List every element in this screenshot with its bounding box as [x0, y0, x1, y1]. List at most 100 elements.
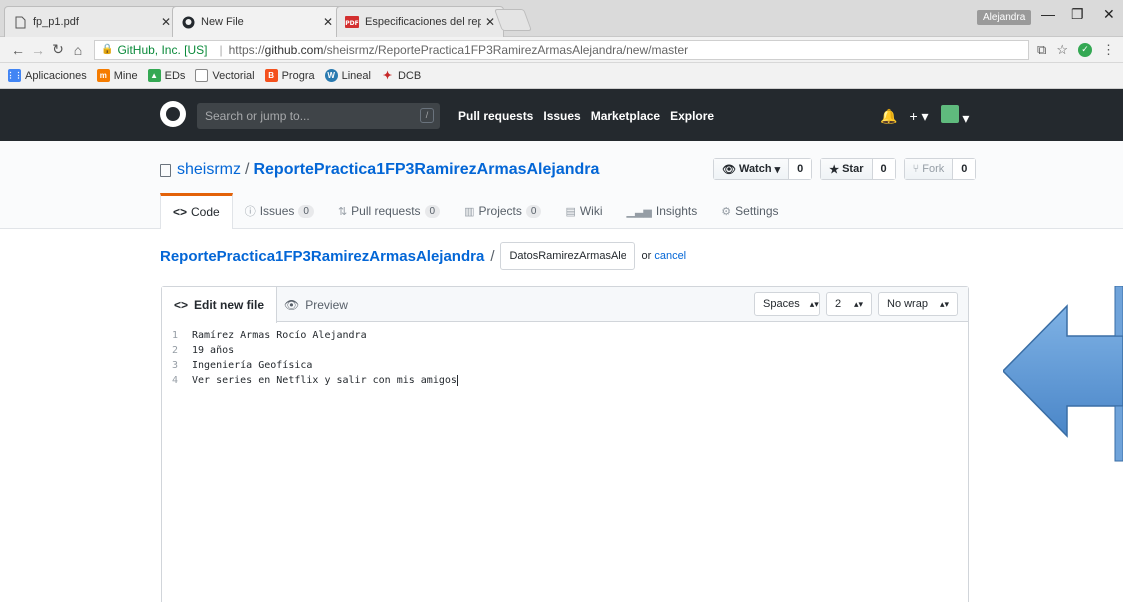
close-icon[interactable]: ✕	[485, 15, 495, 29]
forward-icon[interactable]: →	[28, 42, 48, 58]
editor-options: Spaces ▴▾ 2 ▴▾ No wrap ▴▾	[754, 292, 958, 316]
bookmark-vectorial[interactable]: Vectorial	[195, 69, 255, 82]
tab-label: Insights	[655, 204, 698, 218]
issue-icon: ⓘ	[244, 206, 256, 218]
tab-label: Settings	[735, 204, 779, 218]
tab-label: Preview	[305, 297, 348, 312]
indent-size-select[interactable]: 2 ▴▾	[826, 292, 872, 316]
code-icon: <>	[173, 204, 188, 219]
tab-label: Code	[191, 204, 220, 219]
line-text: 19 años	[192, 345, 235, 356]
tab-insights[interactable]: ▁▃▅ Insights	[615, 193, 710, 229]
search-placeholder: Search or jump to...	[205, 109, 310, 123]
or-text: or	[641, 250, 652, 262]
file-editor: <> Edit new file 👁 Preview Spaces ▴▾ 2 ▴▾ …	[161, 286, 969, 602]
tab-issues[interactable]: ⓘ Issues 0	[233, 193, 326, 229]
repo-header: sheisrmz / ReportePractica1FP3RamirezArm…	[0, 141, 1123, 229]
repo-name-link[interactable]: ReportePractica1FP3RamirezArmasAlejandra	[253, 161, 599, 179]
breadcrumb-repo-link[interactable]: ReportePractica1FP3RamirezArmasAlejandra	[160, 248, 484, 265]
reload-icon[interactable]: ↻	[48, 41, 68, 58]
tab-code[interactable]: <> Code	[160, 193, 233, 229]
menu-icon[interactable]: ⋮	[1102, 42, 1115, 58]
bookmark-mine[interactable]: m Mine	[96, 69, 138, 82]
minimize-icon[interactable]: —	[1041, 6, 1055, 22]
tab-settings[interactable]: ⚙ Settings	[709, 193, 790, 229]
updown-icon: ▴▾	[809, 298, 819, 309]
browser-profile[interactable]: Alejandra	[977, 10, 1032, 25]
tab-label: Projects	[478, 204, 522, 218]
close-window-icon[interactable]: ✕	[1103, 6, 1115, 23]
back-icon[interactable]: ←	[8, 42, 28, 58]
url-path: /sheisrmz/ReportePractica1FP3RamirezArma…	[323, 42, 689, 57]
watch-count[interactable]: 0	[789, 159, 812, 179]
url-host: github.com	[264, 42, 324, 57]
nav-issues[interactable]: Issues	[543, 109, 580, 123]
tab-pull-requests[interactable]: ⇅ Pull requests 0	[326, 193, 452, 229]
home-icon[interactable]: ⌂	[68, 42, 88, 58]
watch-group: 👁 Watch ▾ 0	[713, 158, 813, 180]
tab-projects[interactable]: ▥ Projects 0	[452, 193, 553, 229]
watch-label: Watch	[738, 163, 772, 175]
line-number: 1	[171, 330, 178, 341]
watch-button[interactable]: 👁 Watch ▾	[714, 159, 790, 179]
drive-icon: ▲	[147, 69, 161, 82]
file-breadcrumb: ReportePractica1FP3RamirezArmasAlejandra…	[160, 242, 686, 270]
repo-owner-link[interactable]: sheisrmz	[177, 161, 241, 179]
apps-icon: ⋮⋮	[6, 69, 23, 82]
close-icon[interactable]: ✕	[161, 15, 171, 29]
blogger-icon: B	[264, 69, 278, 82]
cancel-link[interactable]: cancel	[654, 250, 686, 262]
close-icon[interactable]: ✕	[323, 15, 333, 29]
bookmark-aplicaciones[interactable]: ⋮⋮ Aplicaciones	[6, 69, 87, 82]
tab-edit-new-file[interactable]: <> Edit new file	[162, 287, 278, 323]
svg-text:PDF: PDF	[345, 20, 358, 27]
nav-pull-requests[interactable]: Pull requests	[458, 109, 533, 123]
github-logo-icon[interactable]	[160, 101, 186, 127]
star-bookmark-icon[interactable]: ☆	[1056, 42, 1068, 58]
repo-actions: 👁 Watch ▾ 0 ★ Star 0 ⑂ Fork 0	[713, 158, 977, 180]
translate-icon[interactable]: ⧉	[1037, 42, 1046, 58]
wrap-mode-value: No wrap	[887, 298, 928, 310]
bookmark-dcb[interactable]: ✦ DCB	[381, 69, 421, 83]
address-bar: ← → ↻ ⌂ 🔒 GitHub, Inc. [US] | https://gi…	[0, 37, 1123, 63]
star-button[interactable]: ★ Star	[821, 159, 873, 179]
nav-explore[interactable]: Explore	[670, 109, 714, 123]
graph-icon: ▁▃▅	[626, 205, 652, 218]
search-input[interactable]: Search or jump to... /	[197, 103, 440, 129]
repo-title: sheisrmz / ReportePractica1FP3RamirezArm…	[160, 161, 599, 179]
bookmark-progra[interactable]: B Progra	[264, 69, 315, 82]
book-icon: ▤	[565, 205, 576, 218]
breadcrumb-separator: /	[490, 247, 495, 265]
tab-preview[interactable]: 👁 Preview	[272, 287, 360, 322]
editor-toolbar: <> Edit new file 👁 Preview Spaces ▴▾ 2 ▴▾ …	[162, 287, 968, 323]
tab-wiki[interactable]: ▤ Wiki	[553, 193, 614, 229]
filename-input[interactable]	[500, 242, 636, 270]
repo-nav: <> Code ⓘ Issues 0 ⇅ Pull requests 0 ▥ Project…	[160, 193, 791, 229]
header-actions: 🔔 + ▾ ▾	[880, 105, 969, 127]
wrap-mode-select[interactable]: No wrap ▴▾	[878, 292, 958, 316]
tab-especificaciones[interactable]: PDF Especificaciones del repo ✕	[336, 6, 504, 37]
line-number: 2	[171, 345, 178, 356]
projects-counter: 0	[525, 204, 542, 218]
fork-count[interactable]: 0	[953, 159, 976, 179]
tab-new-file[interactable]: New File ✕	[172, 6, 342, 37]
bookmark-eds[interactable]: ▲ EDs	[147, 69, 185, 82]
star-count[interactable]: 0	[872, 159, 895, 179]
maximize-icon[interactable]: ❐	[1071, 6, 1084, 23]
tab-title: fp_p1.pdf	[33, 16, 79, 28]
bell-icon[interactable]: 🔔	[880, 108, 897, 125]
tab-title: New File	[201, 16, 244, 28]
code-textarea[interactable]: 1 Ramírez Armas Rocío Alejandra 2 19 años …	[162, 322, 968, 388]
url-input[interactable]: 🔒 GitHub, Inc. [US] | https://github.com…	[94, 39, 1030, 60]
avatar-dropdown[interactable]: ▾	[940, 105, 969, 127]
bookmark-lineal[interactable]: W Lineal	[324, 69, 371, 82]
fork-button[interactable]: ⑂ Fork	[904, 159, 954, 179]
check-icon[interactable]: ✓	[1078, 42, 1092, 57]
bookmark-label: Lineal	[341, 69, 371, 82]
star-label: Star	[842, 163, 864, 175]
indent-mode-select[interactable]: Spaces ▴▾	[754, 292, 820, 316]
nav-marketplace[interactable]: Marketplace	[591, 109, 660, 123]
plus-dropdown-icon[interactable]: + ▾	[909, 108, 928, 125]
line-text: Ramírez Armas Rocío Alejandra	[192, 330, 367, 341]
tab-fp-pdf[interactable]: fp_p1.pdf ✕	[4, 6, 180, 37]
